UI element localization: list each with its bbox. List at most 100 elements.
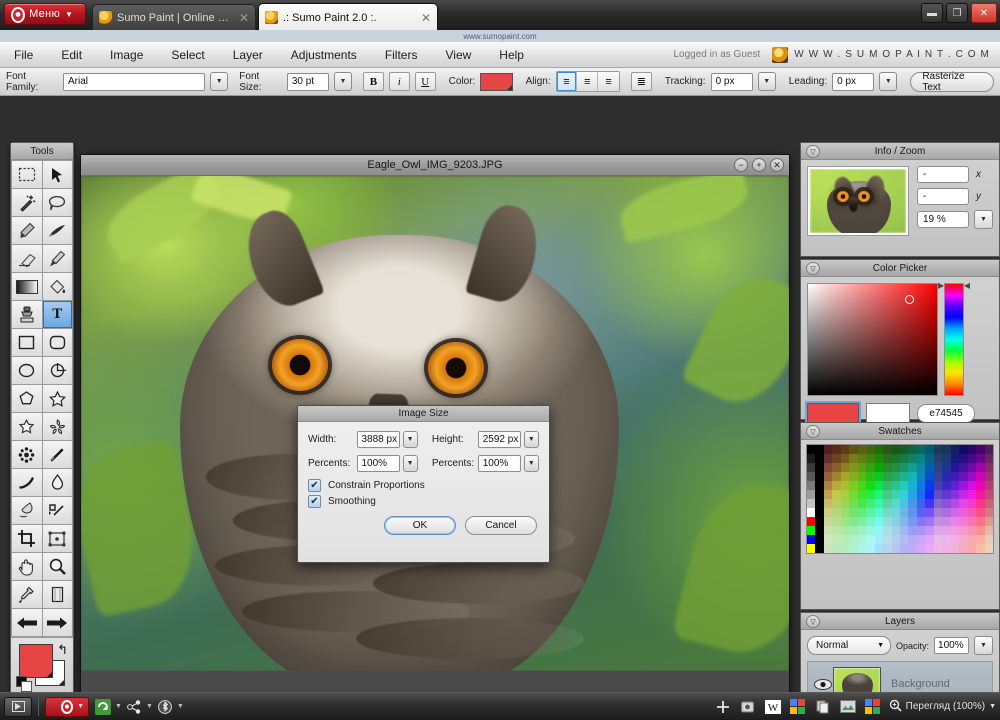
swatch-cell[interactable] xyxy=(933,490,943,499)
swatch-cell[interactable] xyxy=(807,526,816,535)
eye-icon[interactable] xyxy=(813,678,833,690)
swatch-cell[interactable] xyxy=(815,526,824,535)
swatch-cell[interactable] xyxy=(933,544,943,553)
collapse-icon[interactable]: ▽ xyxy=(806,145,820,158)
swatch-cell[interactable] xyxy=(866,463,875,472)
percents-right-input[interactable]: 100% xyxy=(477,455,521,472)
swatch-cell[interactable] xyxy=(857,472,867,481)
swatch-cell[interactable] xyxy=(849,445,858,454)
swatch-cell[interactable] xyxy=(807,445,816,454)
swatch-cell[interactable] xyxy=(874,454,884,463)
swatch-cell[interactable] xyxy=(984,454,993,463)
swatch-cell[interactable] xyxy=(807,472,816,481)
menu-select[interactable]: Select xyxy=(157,42,218,68)
brand-link[interactable]: W W W . S U M O P A I N T . C O M xyxy=(772,46,990,63)
picker-background-swatch[interactable] xyxy=(866,403,910,423)
swatch-cell[interactable] xyxy=(815,481,824,490)
swatch-cell[interactable] xyxy=(967,499,977,508)
constrain-proportions-row[interactable]: ✔ Constrain Proportions xyxy=(308,479,539,492)
swatch-cell[interactable] xyxy=(815,472,824,481)
camera-icon[interactable] xyxy=(739,698,757,716)
swatch-cell[interactable] xyxy=(959,445,968,454)
swatch-cell[interactable] xyxy=(899,526,909,535)
swatch-cell[interactable] xyxy=(984,463,993,472)
swatch-cell[interactable] xyxy=(891,463,900,472)
swatch-cell[interactable] xyxy=(857,535,867,544)
swatch-cell[interactable] xyxy=(874,445,884,454)
swatch-cell[interactable] xyxy=(976,508,985,517)
swatch-cell[interactable] xyxy=(967,472,977,481)
swatch-cell[interactable] xyxy=(925,517,934,526)
swatch-cell[interactable] xyxy=(807,481,816,490)
underline-button[interactable]: U xyxy=(414,72,436,91)
paint-bucket-tool[interactable] xyxy=(42,273,72,300)
swatch-cell[interactable] xyxy=(925,544,934,553)
swatch-cell[interactable] xyxy=(933,445,943,454)
hue-slider[interactable]: ▶ ◀ xyxy=(938,281,970,396)
swatch-cell[interactable] xyxy=(976,472,985,481)
swatch-cell[interactable] xyxy=(899,463,909,472)
swatch-cell[interactable] xyxy=(984,472,993,481)
swatch-cell[interactable] xyxy=(899,490,909,499)
opacity-input[interactable]: 100% xyxy=(934,637,970,654)
align-right-button[interactable]: ≡ xyxy=(598,72,619,91)
swatch-cell[interactable] xyxy=(959,499,968,508)
swatch-cell[interactable] xyxy=(908,472,917,481)
swatch-cell[interactable] xyxy=(832,454,841,463)
curve-tool[interactable] xyxy=(42,469,72,496)
swatch-cell[interactable] xyxy=(959,472,968,481)
swatch-cell[interactable] xyxy=(925,481,934,490)
swatch-cell[interactable] xyxy=(891,481,900,490)
canvas-image-area[interactable]: Image Size Width: 3888 px ▼ Height: 2592… xyxy=(81,176,789,671)
swatch-cell[interactable] xyxy=(891,472,900,481)
swatch-cell[interactable] xyxy=(916,535,926,544)
swatch-cell[interactable] xyxy=(866,454,875,463)
font-size-input[interactable]: 30 pt xyxy=(286,72,329,91)
swatch-cell[interactable] xyxy=(899,481,909,490)
swatch-cell[interactable] xyxy=(874,544,884,553)
swatch-cell[interactable] xyxy=(823,499,833,508)
swatch-cell[interactable] xyxy=(874,508,884,517)
swatch-cell[interactable] xyxy=(916,463,926,472)
swatch-cell[interactable] xyxy=(849,472,858,481)
swatch-cell[interactable] xyxy=(908,517,917,526)
swatch-cell[interactable] xyxy=(925,490,934,499)
percents-left-input[interactable]: 100% xyxy=(356,455,400,472)
swatch-cell[interactable] xyxy=(832,499,841,508)
swatch-cell[interactable] xyxy=(883,535,892,544)
swatch-cell[interactable] xyxy=(815,535,824,544)
swatch-cell[interactable] xyxy=(899,508,909,517)
swap-colors-icon[interactable]: ↰ xyxy=(57,642,68,658)
clone-stamp-tool[interactable] xyxy=(12,301,42,328)
menu-help[interactable]: Help xyxy=(485,42,538,68)
swatch-cell[interactable] xyxy=(849,454,858,463)
swatch-cell[interactable] xyxy=(883,508,892,517)
swatch-cell[interactable] xyxy=(874,517,884,526)
swatch-cell[interactable] xyxy=(832,481,841,490)
swatch-cell[interactable] xyxy=(925,526,934,535)
google2-icon[interactable] xyxy=(864,698,882,716)
info-x-input[interactable]: - xyxy=(917,166,969,183)
swatch-cell[interactable] xyxy=(815,517,824,526)
swatch-cell[interactable] xyxy=(823,472,833,481)
swatch-cell[interactable] xyxy=(840,454,850,463)
gradient-tool[interactable] xyxy=(12,273,42,300)
swatch-cell[interactable] xyxy=(908,499,917,508)
swatch-cell[interactable] xyxy=(942,517,951,526)
taskbar-zoom-control[interactable]: Перегляд (100%) ▼ xyxy=(889,699,996,715)
swatch-cell[interactable] xyxy=(866,472,875,481)
swatch-cell[interactable] xyxy=(874,526,884,535)
image-icon[interactable] xyxy=(839,698,857,716)
swatch-cell[interactable] xyxy=(832,526,841,535)
swatch-cell[interactable] xyxy=(883,472,892,481)
hex-input[interactable]: e74545 xyxy=(917,403,975,423)
swatch-cell[interactable] xyxy=(815,463,824,472)
swatch-cell[interactable] xyxy=(857,445,867,454)
rasterize-text-button[interactable]: Rasterize Text xyxy=(910,71,994,93)
swatch-cell[interactable] xyxy=(849,481,858,490)
percents-right-dropdown-icon[interactable]: ▼ xyxy=(523,455,539,472)
swatch-cell[interactable] xyxy=(925,463,934,472)
menu-layer[interactable]: Layer xyxy=(219,42,277,68)
swatch-cell[interactable] xyxy=(832,445,841,454)
tracking-dropdown-icon[interactable]: ▼ xyxy=(757,72,776,91)
